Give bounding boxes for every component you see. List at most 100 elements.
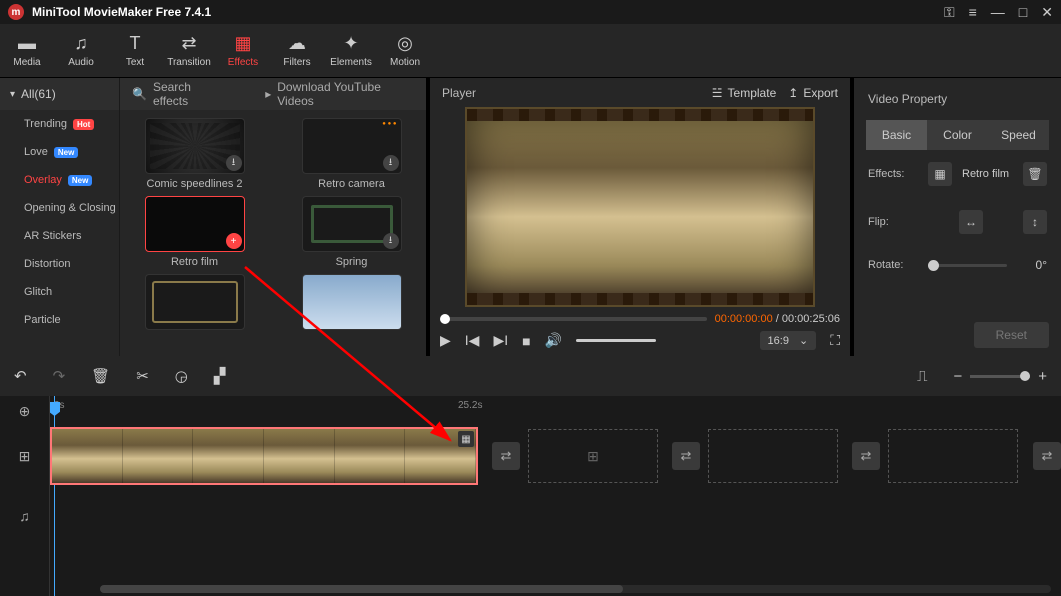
transition-icon: ⇄ — [181, 33, 196, 54]
player-title: Player — [442, 86, 700, 100]
tab-transition[interactable]: ⇄Transition — [162, 24, 216, 77]
add-icon[interactable]: + — [226, 233, 242, 249]
video-clip[interactable]: ▦ — [50, 427, 478, 485]
folder-icon: ▬ — [18, 33, 36, 54]
clip-effects-icon[interactable]: ▦ — [458, 431, 474, 447]
timeline-scrollbar[interactable] — [100, 585, 1051, 593]
category-glitch[interactable]: Glitch — [0, 278, 119, 306]
music-icon: ♫ — [74, 33, 88, 54]
fit-button[interactable]: ⎍ — [917, 368, 928, 385]
delete-effect-button[interactable]: 🗑 — [1023, 162, 1047, 186]
flip-horizontal-button[interactable]: ↔ — [959, 210, 983, 234]
effect-retro-camera[interactable]: ⭳Retro camera — [285, 118, 418, 190]
download-icon[interactable]: ⭳ — [226, 155, 242, 171]
seek-slider[interactable] — [440, 317, 707, 321]
audio-track-icon: ♫ — [0, 486, 49, 546]
crop-button[interactable]: ▞ — [214, 367, 226, 385]
flip-vertical-button[interactable]: ↕ — [1023, 210, 1047, 234]
zoom-out-button[interactable]: − — [953, 368, 962, 385]
key-icon[interactable]: ⚿ — [944, 4, 955, 21]
tab-color[interactable]: Color — [927, 120, 988, 150]
effect-comic-speedlines-2[interactable]: ⭳Comic speedlines 2 — [128, 118, 261, 190]
category-opening-closing[interactable]: Opening & Closing — [0, 194, 119, 222]
export-icon: ↥ — [788, 86, 798, 100]
effect-retro-film[interactable]: +Retro film — [128, 196, 261, 268]
text-icon: T — [130, 33, 141, 54]
volume-icon[interactable]: 🔊 — [545, 332, 562, 349]
chevron-down-icon: ▾ — [10, 89, 15, 100]
effect-thumb-icon[interactable]: ▦ — [928, 162, 952, 186]
effects-icon: ▦ — [234, 33, 251, 54]
effect-spring[interactable]: ⭳Spring — [285, 196, 418, 268]
delete-button[interactable]: 🗑 — [91, 367, 110, 385]
template-icon: ☱ — [712, 86, 723, 100]
effect-item-6[interactable] — [285, 274, 418, 330]
maximize-button[interactable]: □ — [1019, 4, 1027, 20]
video-track-icon: ⊞ — [0, 426, 49, 486]
download-icon[interactable]: ⭳ — [383, 233, 399, 249]
zoom-slider[interactable] — [970, 375, 1030, 378]
transition-slot[interactable]: ⇄ — [492, 442, 520, 470]
category-trending[interactable]: TrendingHot — [0, 110, 119, 138]
category-particle[interactable]: Particle — [0, 306, 119, 334]
search-icon: 🔍 — [132, 87, 147, 101]
minimize-button[interactable]: — — [991, 4, 1005, 20]
category-love[interactable]: LoveNew — [0, 138, 119, 166]
flip-label: Flip: — [868, 216, 918, 228]
category-all-label: All(61) — [21, 87, 56, 101]
motion-icon: ◎ — [397, 33, 413, 54]
tab-text[interactable]: TText — [108, 24, 162, 77]
fullscreen-button[interactable]: ⛶ — [830, 332, 840, 349]
reset-button[interactable]: Reset — [974, 322, 1049, 348]
app-logo: m — [8, 4, 24, 20]
download-youtube-link[interactable]: ▸Download YouTube Videos — [265, 80, 414, 108]
timeline-ruler[interactable]: 0s 25.2s — [50, 396, 1061, 426]
tab-speed[interactable]: Speed — [988, 120, 1049, 150]
effect-name: Retro film — [962, 168, 1013, 180]
audio-track[interactable] — [50, 486, 1061, 546]
export-button[interactable]: ↥Export — [788, 86, 838, 100]
next-frame-button[interactable]: ▶I — [493, 332, 508, 349]
download-icon[interactable]: ⭳ — [383, 155, 399, 171]
split-button[interactable]: ✂ — [136, 367, 149, 385]
transition-slot[interactable]: ⇄ — [1033, 442, 1061, 470]
app-title: MiniTool MovieMaker Free 7.4.1 — [32, 5, 936, 19]
clip-placeholder[interactable]: ⊞ — [528, 429, 658, 483]
transition-slot[interactable]: ⇄ — [852, 442, 880, 470]
category-overlay[interactable]: OverlayNew — [0, 166, 119, 194]
clip-placeholder[interactable] — [708, 429, 838, 483]
category-distortion[interactable]: Distortion — [0, 250, 119, 278]
tab-elements[interactable]: ✦Elements — [324, 24, 378, 77]
zoom-in-button[interactable]: + — [1038, 368, 1047, 385]
redo-button[interactable]: ↷ — [53, 367, 66, 385]
aspect-ratio-select[interactable]: 16:9⌄ — [760, 331, 817, 350]
chevron-down-icon: ⌄ — [799, 334, 808, 347]
tab-filters[interactable]: ☁Filters — [270, 24, 324, 77]
prev-frame-button[interactable]: I◀ — [465, 332, 480, 349]
play-button[interactable]: ▶ — [440, 332, 451, 349]
undo-button[interactable]: ↶ — [14, 367, 27, 385]
filters-icon: ☁ — [288, 33, 306, 54]
rotate-slider[interactable] — [928, 264, 1007, 267]
template-button[interactable]: ☱Template — [712, 86, 776, 100]
youtube-icon: ▸ — [265, 87, 271, 101]
search-input[interactable]: 🔍Search effects — [132, 80, 225, 108]
video-track[interactable]: ▦ ⇄ ⊞ ⇄ ⇄ ⇄ — [50, 426, 1061, 486]
category-all[interactable]: ▾ All(61) — [0, 78, 119, 110]
tab-effects[interactable]: ▦Effects — [216, 24, 270, 77]
tab-media[interactable]: ▬Media — [0, 24, 54, 77]
video-preview[interactable] — [430, 107, 850, 307]
clip-placeholder[interactable] — [888, 429, 1018, 483]
tab-motion[interactable]: ◎Motion — [378, 24, 432, 77]
volume-slider[interactable] — [576, 339, 656, 342]
tab-basic[interactable]: Basic — [866, 120, 927, 150]
hamburger-icon[interactable]: ≡ — [969, 4, 977, 20]
tab-audio[interactable]: ♫Audio — [54, 24, 108, 77]
close-button[interactable]: ✕ — [1041, 4, 1053, 21]
add-track-button[interactable]: ⊕ — [0, 396, 49, 426]
category-ar-stickers[interactable]: AR Stickers — [0, 222, 119, 250]
speed-button[interactable]: ◶ — [175, 367, 188, 385]
stop-button[interactable]: ■ — [522, 333, 530, 349]
effect-item-5[interactable] — [128, 274, 261, 330]
transition-slot[interactable]: ⇄ — [672, 442, 700, 470]
